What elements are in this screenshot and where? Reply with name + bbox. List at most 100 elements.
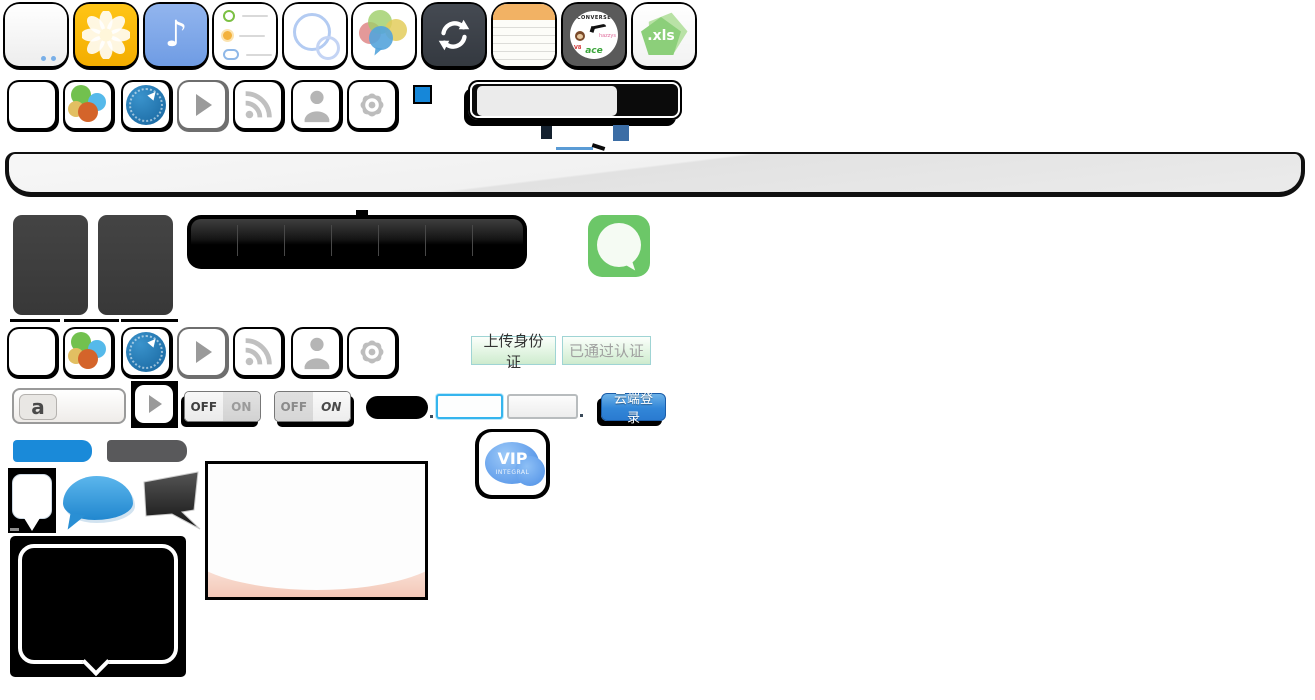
app-icon-brands[interactable]: CONVERSE V8 hazzys ace xyxy=(561,2,627,70)
vip-badge[interactable]: VIP INTEGRAL xyxy=(475,429,550,499)
small-icon-rss[interactable] xyxy=(233,327,285,379)
dot-icon xyxy=(41,56,46,61)
gray-button-bar[interactable] xyxy=(107,440,187,462)
music-note-icon: ♪ xyxy=(165,17,188,53)
underline xyxy=(64,319,119,322)
bubble-tail xyxy=(68,513,86,532)
tooltip-bubble-asset xyxy=(10,536,186,677)
toggle-off-state[interactable]: OFF ON xyxy=(184,391,261,422)
music-icon: ♪ xyxy=(145,4,207,66)
small-icon-contact[interactable] xyxy=(291,327,343,379)
chat-bubble-tail xyxy=(625,262,635,273)
blue-bubble-icon xyxy=(369,26,393,50)
xls-icon: .xls xyxy=(633,4,695,66)
globe-icon xyxy=(126,332,166,372)
person-icon xyxy=(297,86,335,124)
play-icon xyxy=(196,341,212,363)
small-icon-play[interactable] xyxy=(177,327,229,379)
dot-mark xyxy=(580,414,583,417)
small-circle-icon xyxy=(316,36,340,60)
small-icon-blank[interactable] xyxy=(7,327,59,379)
app-icon-photos[interactable] xyxy=(73,2,139,70)
toggle-on-label[interactable]: ON xyxy=(313,392,351,421)
app-icon-reminders[interactable] xyxy=(212,2,278,70)
fragment-blue-line xyxy=(556,147,593,150)
dark-card xyxy=(98,215,173,315)
gear-icon xyxy=(355,88,389,122)
fragment-blue-square xyxy=(613,125,629,141)
notes-lines xyxy=(493,20,555,66)
popup-card-frame xyxy=(205,461,428,600)
bubble-tail xyxy=(24,518,40,531)
notes-header xyxy=(493,4,555,20)
app-icon-chat-cluster[interactable] xyxy=(351,2,417,70)
globe-icon xyxy=(126,85,166,125)
small-icon-color-balls[interactable] xyxy=(63,80,115,132)
blue-square-swatch xyxy=(413,85,432,104)
toggle-off-label[interactable]: OFF xyxy=(185,392,223,421)
small-icon-globe[interactable] xyxy=(121,327,173,379)
black-segmented-bar[interactable] xyxy=(191,219,523,262)
small-icon-settings[interactable] xyxy=(347,80,399,132)
play-tile[interactable] xyxy=(131,381,178,428)
underline xyxy=(121,319,178,322)
small-icon-rss[interactable] xyxy=(233,80,285,132)
dot-mark xyxy=(430,415,433,418)
glossy-toolbar xyxy=(5,152,1305,197)
app-icon-notes[interactable] xyxy=(491,2,557,70)
small-icon-play[interactable] xyxy=(177,80,229,132)
blue-button-bar[interactable] xyxy=(13,440,92,462)
app-icon-xls[interactable]: .xls xyxy=(631,2,697,70)
focused-input[interactable] xyxy=(436,394,503,419)
blue-speech-bubble xyxy=(63,476,133,520)
person-icon xyxy=(297,333,335,371)
chat-bubble-icon xyxy=(597,223,641,267)
app-icon-circles[interactable] xyxy=(282,2,348,70)
disabled-input[interactable] xyxy=(507,394,578,419)
toggle-off-label[interactable]: OFF xyxy=(275,392,313,421)
nike-swoosh-icon xyxy=(592,24,606,30)
black-speech-bubble xyxy=(137,470,204,533)
small-icon-settings[interactable] xyxy=(347,327,399,379)
gray-dash xyxy=(10,528,19,531)
brands-icon: CONVERSE V8 hazzys ace xyxy=(563,4,625,66)
white-speech-bubble-asset xyxy=(8,468,56,533)
monkey-logo-icon xyxy=(575,31,585,41)
blank-app-icon xyxy=(5,4,67,66)
flower-petals-icon xyxy=(82,11,130,59)
search-text-input[interactable] xyxy=(60,393,122,419)
small-icon-blank[interactable] xyxy=(7,80,59,132)
small-icon-globe[interactable] xyxy=(121,80,173,132)
toggle-on-label[interactable]: ON xyxy=(223,392,261,421)
fragment-black-mark xyxy=(592,143,606,151)
cloud-login-button[interactable]: 云端登录 xyxy=(601,393,666,421)
play-icon xyxy=(149,395,162,413)
cloud-bullet-icon xyxy=(223,49,239,60)
popup-card xyxy=(208,464,425,597)
verified-button[interactable]: 已通过认证 xyxy=(562,336,651,365)
vip-subtitle: INTEGRAL xyxy=(479,469,546,476)
black-tooltip-bubble xyxy=(18,544,178,664)
sync-icon xyxy=(423,4,485,66)
app-icon-blank[interactable] xyxy=(3,2,69,70)
small-icon-color-balls[interactable] xyxy=(63,327,115,379)
vip-title: VIP xyxy=(479,449,546,468)
sun-bullet-icon xyxy=(223,31,232,40)
search-input[interactable] xyxy=(477,86,617,116)
fragment-dark xyxy=(541,126,552,139)
search-bar-dark[interactable] xyxy=(468,80,682,120)
app-icon-sync[interactable] xyxy=(421,2,487,70)
search-field[interactable]: a xyxy=(12,388,126,424)
refresh-arrows-icon xyxy=(433,14,475,56)
circles-icon xyxy=(284,4,346,66)
upload-id-button[interactable]: 上传身份证 xyxy=(471,336,556,365)
segmented-bar-well xyxy=(187,215,527,269)
app-icon-music[interactable]: ♪ xyxy=(143,2,209,70)
bubble-tail-icon xyxy=(374,48,382,57)
hazzys-logo: hazzys xyxy=(599,33,616,39)
messages-app-icon[interactable] xyxy=(588,215,650,277)
small-icon-contact[interactable] xyxy=(291,80,343,132)
brand-circle: CONVERSE V8 hazzys ace xyxy=(570,11,618,59)
toggle-on-state[interactable]: OFF ON xyxy=(274,391,351,422)
notes-icon xyxy=(493,4,555,66)
